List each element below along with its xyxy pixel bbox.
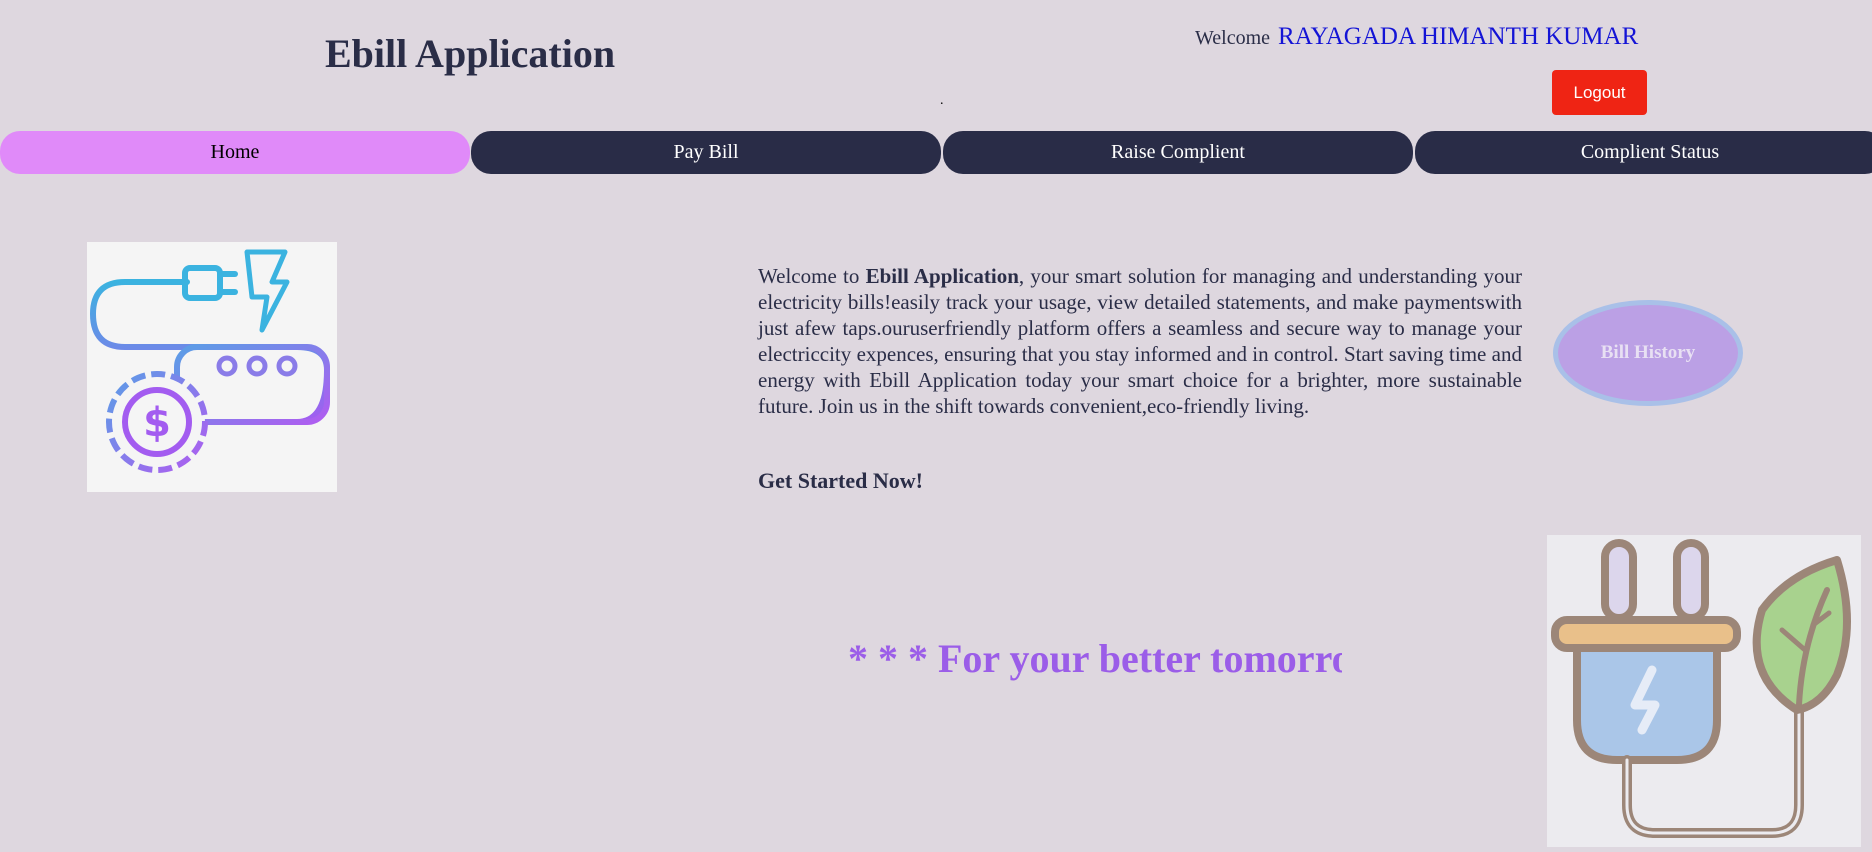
plug-leaf-icon	[1547, 535, 1861, 847]
get-started-heading: Get Started Now!	[758, 468, 923, 493]
intro-app-name: Ebill Application	[865, 264, 1019, 288]
welcome-block: Welcome RAYAGADA HIMANTH KUMAR	[1195, 20, 1638, 57]
tagline-marquee: * * * For your better tomorro	[848, 634, 1342, 684]
logout-button[interactable]: Logout	[1552, 70, 1647, 115]
main-nav: Home Pay Bill Raise Complient Complient …	[0, 131, 1872, 174]
intro-paragraph: Welcome to Ebill Application, your smart…	[758, 263, 1522, 419]
user-name: RAYAGADA HIMANTH KUMAR	[1278, 23, 1639, 50]
tab-complient-status[interactable]: Complient Status	[1415, 131, 1872, 174]
bill-history-button[interactable]: Bill History	[1553, 300, 1743, 406]
intro-prefix: Welcome to	[758, 264, 866, 288]
welcome-label: Welcome	[1195, 27, 1271, 49]
tab-pay-bill[interactable]: Pay Bill	[471, 131, 941, 174]
tab-home[interactable]: Home	[0, 131, 470, 174]
tagline-text: * * * For your better tomorro	[848, 636, 1342, 681]
tab-raise-complient[interactable]: Raise Complient	[943, 131, 1413, 174]
app-title: Ebill Application	[325, 31, 616, 76]
plug-gear-dollar-icon: $	[87, 242, 337, 492]
separator-dot: .	[940, 93, 944, 108]
svg-text:$: $	[143, 400, 171, 446]
